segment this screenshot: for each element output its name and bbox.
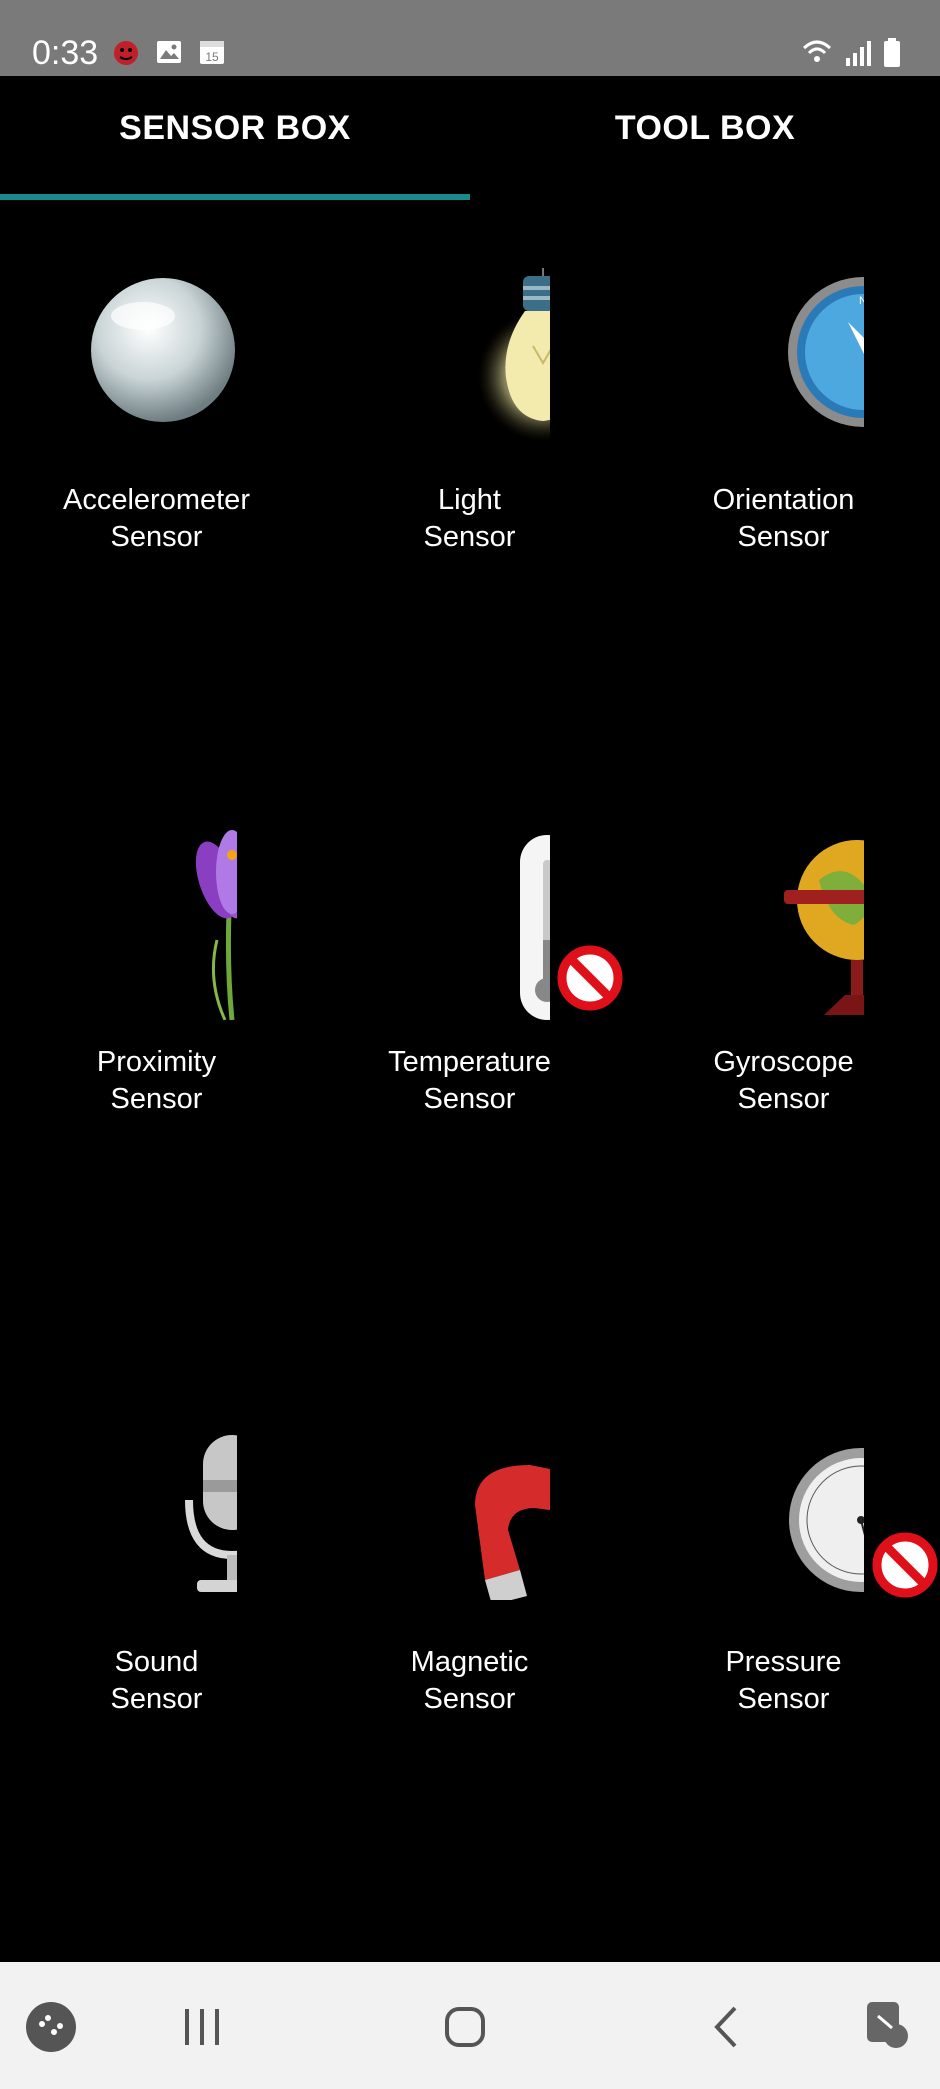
signal-icon xyxy=(846,41,871,66)
sensor-label: Gyroscope Sensor xyxy=(713,1046,854,1115)
calendar-day: 15 xyxy=(205,50,219,64)
thermometer-icon xyxy=(390,830,622,1020)
tab-tool-box[interactable]: TOOL BOX xyxy=(470,76,940,204)
magnet-icon xyxy=(390,1430,622,1610)
game-launcher-icon[interactable] xyxy=(16,1992,86,2062)
gallery-icon xyxy=(155,38,183,66)
tab-tool-box-label: TOOL BOX xyxy=(614,108,796,147)
sensor-temperature[interactable]: Temperature Sensor xyxy=(313,830,626,1118)
tab-bar: SENSOR BOX TOOL BOX xyxy=(0,76,940,204)
tab-sensor-box-label: SENSOR BOX xyxy=(119,108,351,147)
sensor-pressure[interactable]: Pressure Sensor xyxy=(627,1430,940,1718)
sensor-proximity[interactable]: Proximity Sensor xyxy=(0,830,313,1118)
battery-icon xyxy=(884,38,900,67)
status-indicators xyxy=(800,36,910,68)
status-bar: 0:33 15 xyxy=(0,0,940,76)
sensor-label: Sound Sensor xyxy=(110,1646,203,1715)
light-bulb-icon xyxy=(390,218,608,448)
sensor-label: Temperature Sensor xyxy=(388,1046,551,1115)
sensor-label: Light Sensor xyxy=(423,484,516,553)
globe-gyroscope-icon xyxy=(704,830,930,1015)
recent-apps-icon[interactable] xyxy=(167,1992,237,2062)
sensor-accelerometer[interactable]: Accelerometer Sensor xyxy=(0,268,313,556)
unavailable-icon xyxy=(557,945,623,1016)
back-icon[interactable] xyxy=(693,1992,763,2062)
app-notification-icon xyxy=(112,38,140,66)
home-icon[interactable] xyxy=(430,1992,500,2062)
tab-indicator xyxy=(0,194,470,200)
svg-text:N: N xyxy=(859,295,864,307)
sensor-sound[interactable]: Sound Sensor xyxy=(0,1430,313,1718)
calendar-icon: 15 xyxy=(198,38,226,66)
screen-tap-icon[interactable] xyxy=(852,1992,922,2062)
sensor-label: Magnetic Sensor xyxy=(410,1646,529,1715)
sensor-label: Orientation Sensor xyxy=(712,484,855,553)
crocus-flower-icon xyxy=(77,830,268,1021)
glass-sphere-icon xyxy=(77,268,237,448)
sensor-label: Pressure Sensor xyxy=(725,1646,842,1715)
compass-icon: N xyxy=(704,268,938,448)
barometer-icon xyxy=(704,1430,937,1610)
sensor-label: Accelerometer Sensor xyxy=(63,484,250,553)
status-time: 0:33 xyxy=(32,34,99,72)
unavailable-icon xyxy=(872,1532,938,1603)
wifi-icon xyxy=(802,40,832,62)
sensor-gyroscope[interactable]: Gyroscope Sensor xyxy=(627,830,940,1118)
sensor-magnetic[interactable]: Magnetic Sensor xyxy=(313,1430,626,1718)
microphone-icon xyxy=(77,1430,279,1610)
sensor-label: Proximity Sensor xyxy=(96,1046,217,1115)
sensor-light[interactable]: Light Sensor xyxy=(313,218,626,556)
system-navigation-bar xyxy=(0,1962,940,2089)
sensor-orientation[interactable]: N Orientation Sensor xyxy=(627,268,940,556)
tab-sensor-box[interactable]: SENSOR BOX xyxy=(0,76,470,204)
